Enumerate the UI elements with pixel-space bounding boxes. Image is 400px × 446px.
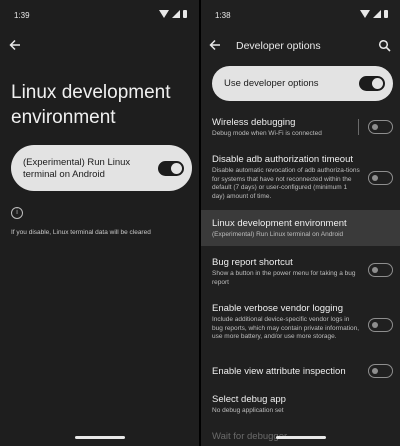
- battery-icon: [384, 10, 388, 18]
- switch-knob: [372, 267, 378, 273]
- switch-knob: [171, 163, 182, 174]
- item-title: Bug report shortcut: [212, 257, 293, 268]
- item-title: Enable verbose vendor logging: [212, 303, 343, 314]
- disable-adb-timeout-switch[interactable]: [368, 171, 393, 185]
- item-subtitle: No debug application set: [212, 407, 284, 414]
- status-bar: 1:39: [0, 9, 199, 23]
- status-icons: [360, 10, 388, 18]
- back-arrow-icon[interactable]: [7, 37, 23, 53]
- toggle-label: (Experimental) Run Linux terminal on And…: [23, 157, 131, 180]
- item-title: Enable view attribute inspection: [212, 366, 346, 377]
- switch-knob: [372, 322, 378, 328]
- disable-adb-timeout-item[interactable]: Disable adb authorization timeout Disabl…: [212, 154, 360, 201]
- switch-knob: [372, 368, 378, 374]
- status-bar: 1:38: [201, 9, 400, 23]
- gesture-handle[interactable]: [276, 436, 326, 439]
- developer-options-screen: 1:38 Developer options Use developer opt…: [201, 0, 400, 446]
- linux-env-screen: 1:39 Linux development environment (Expe…: [0, 0, 199, 446]
- page-title: Linux development environment: [11, 82, 171, 128]
- screen-pair: 1:39 Linux development environment (Expe…: [0, 0, 400, 446]
- run-linux-terminal-toggle-card[interactable]: (Experimental) Run Linux terminal on And…: [11, 145, 192, 191]
- toggle-label: Use developer options: [224, 78, 319, 89]
- signal-icon: [373, 10, 381, 18]
- info-icon: i: [11, 207, 23, 219]
- back-arrow-icon[interactable]: [207, 37, 223, 53]
- status-time: 1:38: [215, 11, 231, 20]
- status-time: 1:39: [14, 11, 30, 20]
- bug-report-shortcut-switch[interactable]: [368, 263, 393, 277]
- status-icons: [159, 10, 187, 18]
- verbose-vendor-logging-item[interactable]: Enable verbose vendor logging Include ad…: [212, 303, 360, 342]
- item-title: Disable adb authorization timeout: [212, 154, 354, 165]
- select-debug-app-item[interactable]: Select debug app No debug application se…: [212, 394, 372, 416]
- page-title: Developer options: [236, 40, 321, 52]
- switch-knob: [372, 124, 378, 130]
- run-linux-terminal-switch[interactable]: [158, 161, 184, 176]
- item-subtitle: Disable automatic revocation of adb auth…: [212, 167, 360, 200]
- item-subtitle: Show a button in the power menu for taki…: [212, 270, 356, 286]
- item-title: Select debug app: [212, 394, 286, 405]
- item-title: Linux development environment: [212, 218, 347, 229]
- wireless-debugging-item[interactable]: Wireless debugging Debug mode when Wi-Fi…: [212, 117, 352, 139]
- item-divider: [358, 119, 359, 135]
- linux-dev-env-text: Linux development environment (Experimen…: [212, 218, 392, 240]
- wifi-icon: [159, 10, 169, 18]
- view-attribute-inspection-item[interactable]: Enable view attribute inspection: [212, 366, 360, 378]
- search-icon[interactable]: [378, 39, 392, 53]
- info-text: If you disable, Linux terminal data will…: [11, 229, 151, 236]
- battery-icon: [183, 10, 187, 18]
- developer-options-switch[interactable]: [359, 76, 385, 91]
- wireless-debugging-switch[interactable]: [368, 120, 393, 134]
- item-subtitle: Include additional device-specific vendo…: [212, 316, 360, 340]
- item-title: Wireless debugging: [212, 117, 296, 128]
- switch-knob: [372, 78, 383, 89]
- verbose-vendor-logging-switch[interactable]: [368, 318, 393, 332]
- wifi-icon: [360, 10, 370, 18]
- item-subtitle: Debug mode when Wi-Fi is connected: [212, 130, 322, 137]
- switch-knob: [372, 175, 378, 181]
- view-attribute-inspection-switch[interactable]: [368, 364, 393, 378]
- bug-report-shortcut-item[interactable]: Bug report shortcut Show a button in the…: [212, 257, 360, 287]
- item-subtitle: (Experimental) Run Linux terminal on And…: [212, 231, 344, 238]
- gesture-handle[interactable]: [75, 436, 125, 439]
- signal-icon: [172, 10, 180, 18]
- developer-options-toggle-card[interactable]: Use developer options: [212, 66, 393, 101]
